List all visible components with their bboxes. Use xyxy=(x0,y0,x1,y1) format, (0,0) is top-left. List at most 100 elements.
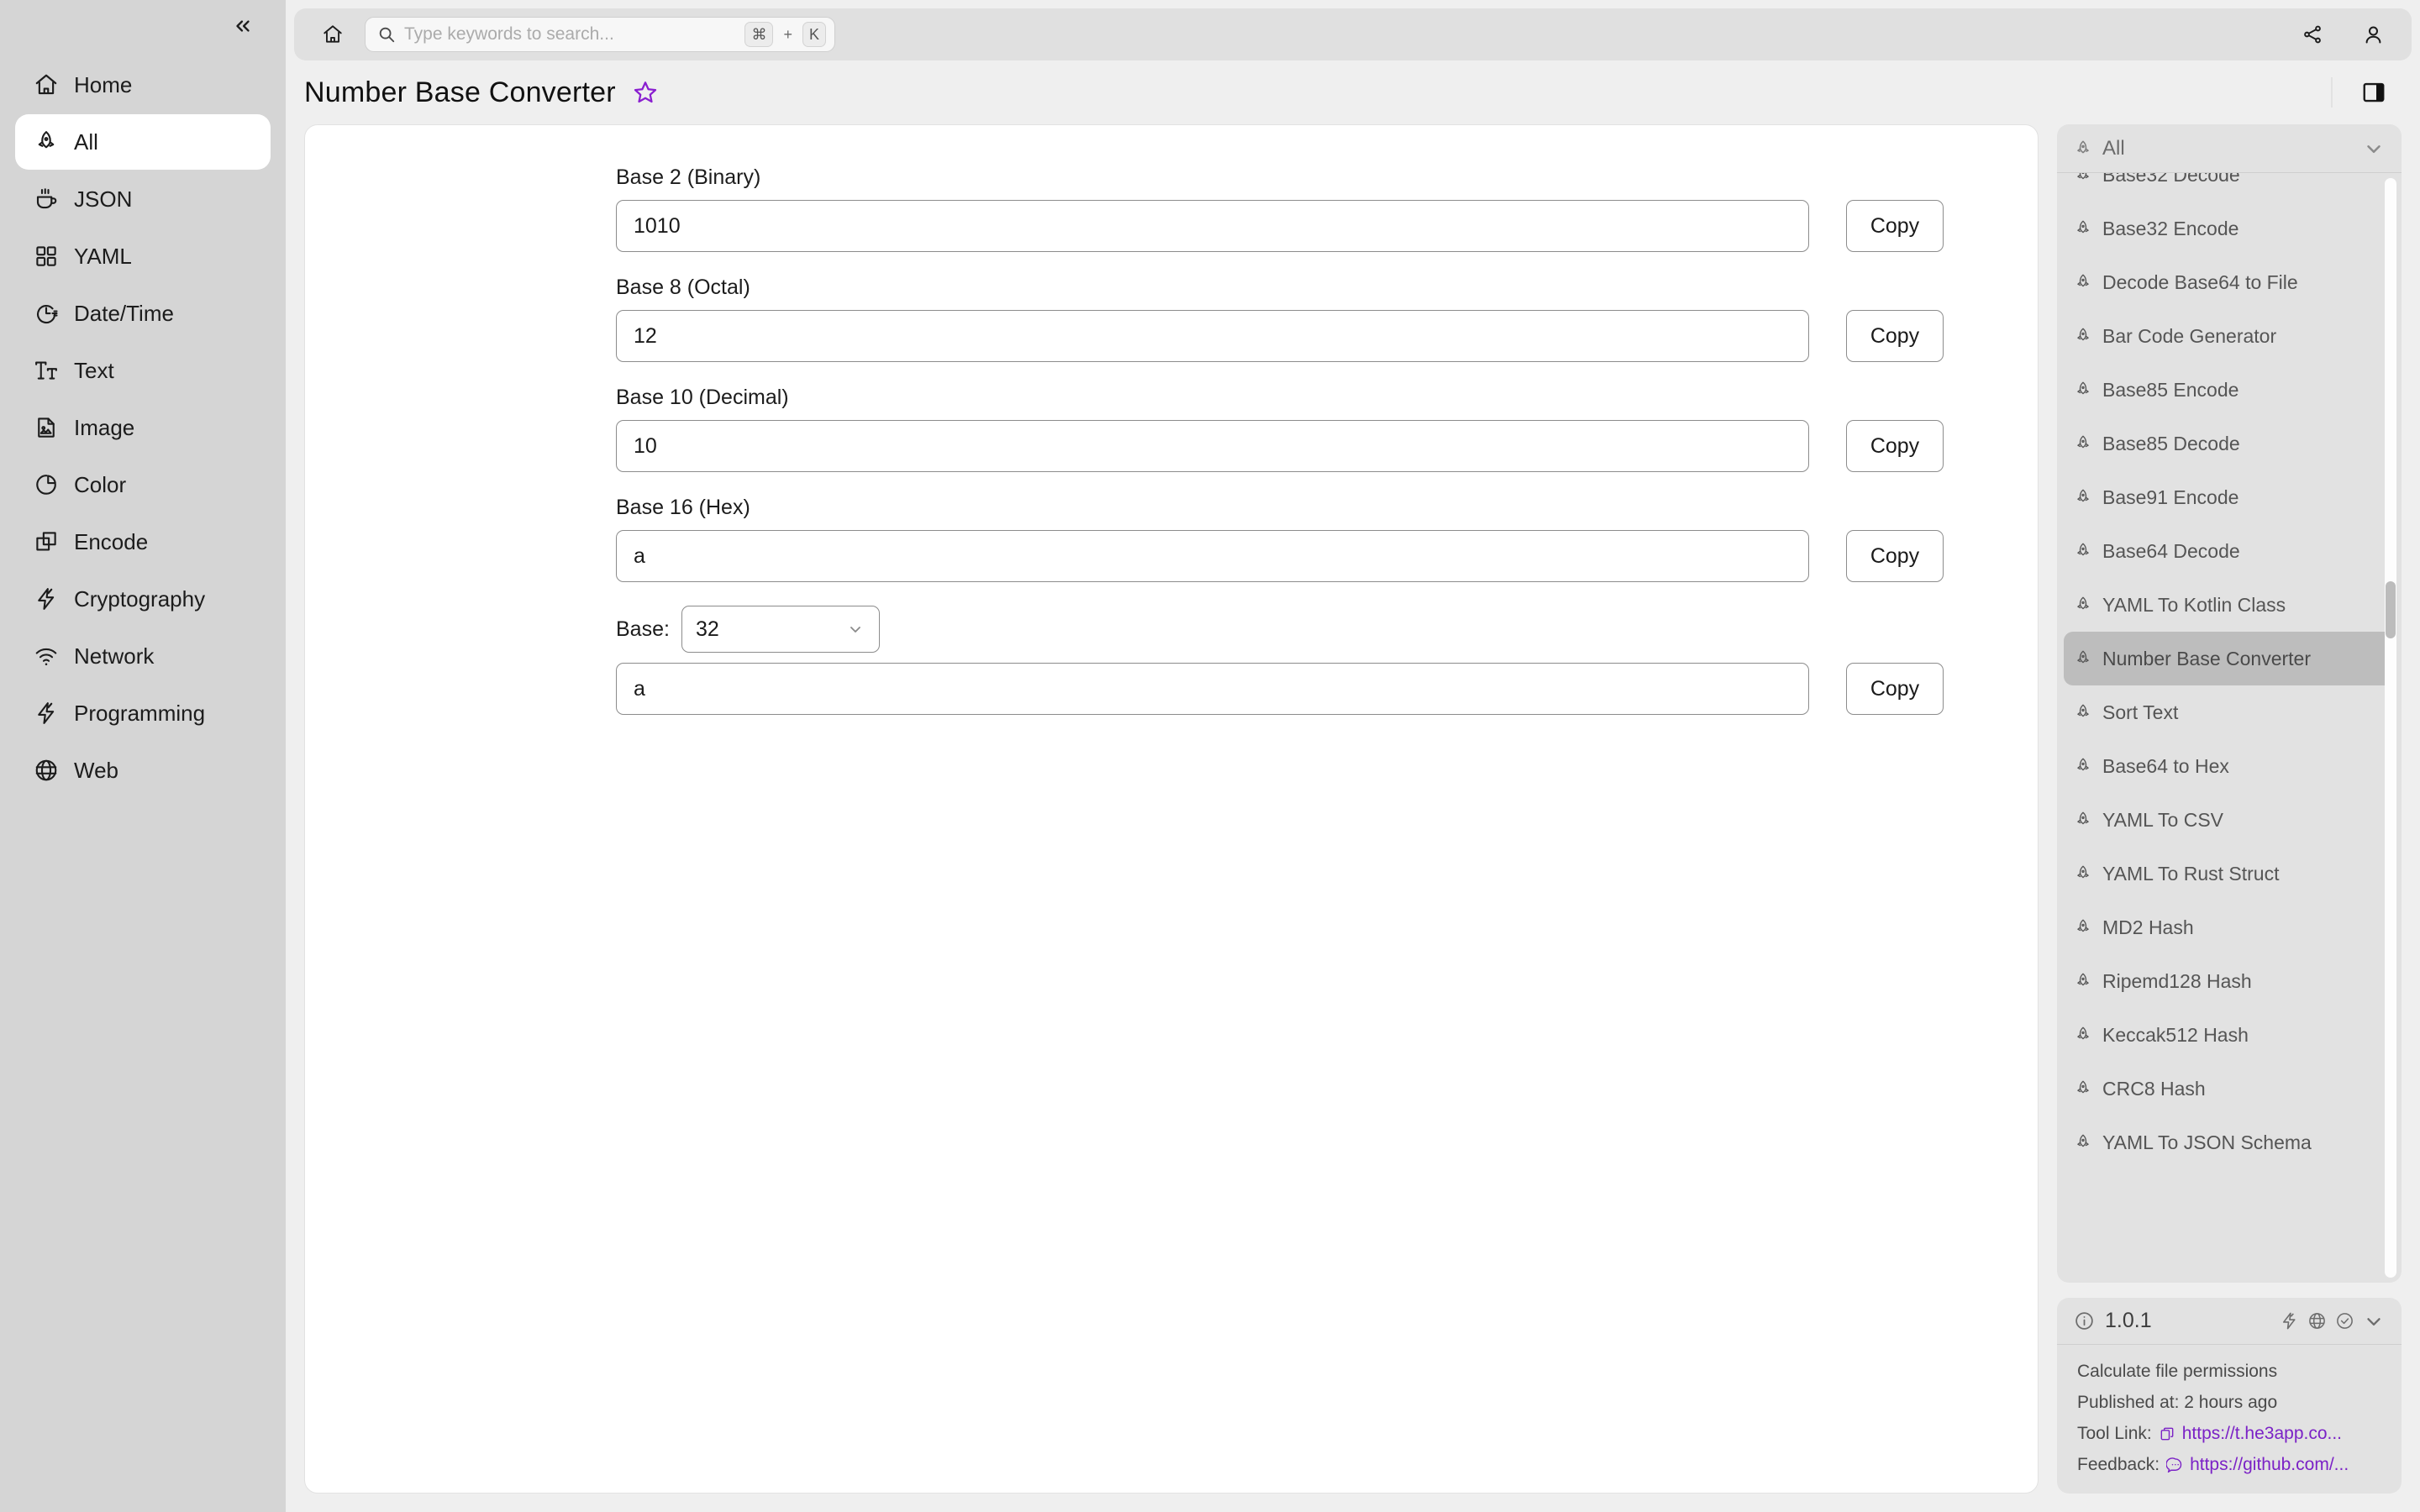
sidebar-item-label: Encode xyxy=(74,528,149,554)
tool-item-label: YAML To Rust Struct xyxy=(2102,862,2280,885)
title-row: Number Base Converter xyxy=(286,60,2420,124)
right-column: All Base32 Decode Base32 Encode Decode Bas… xyxy=(2050,124,2420,1512)
tool-list-item[interactable]: Base32 Decode xyxy=(2064,173,2395,202)
sidebar-item-text[interactable]: Text xyxy=(15,343,271,398)
tool-list-item[interactable]: YAML To Kotlin Class xyxy=(2064,578,2395,632)
tool-item-label: Bar Code Generator xyxy=(2102,324,2277,347)
tool-list-item[interactable]: Ripemd128 Hash xyxy=(2064,954,2395,1008)
sidebar-item-label: YAML xyxy=(74,243,132,269)
rocket-icon xyxy=(2077,1134,2089,1147)
chevrons-left-icon xyxy=(236,20,250,32)
tool-list-item[interactable]: Decode Base64 to File xyxy=(2064,255,2395,309)
field-input[interactable] xyxy=(616,420,1809,472)
tool-list-item[interactable]: YAML To CSV xyxy=(2064,793,2395,847)
rocket-icon xyxy=(2077,328,2089,341)
check-circle-icon[interactable] xyxy=(2335,1311,2354,1331)
copy-button[interactable]: Copy xyxy=(1846,200,1944,252)
field-label: Base 10 (Decimal) xyxy=(616,386,789,409)
kbd-cmd: ⌘ xyxy=(744,22,774,47)
sidebar-item-image[interactable]: Image xyxy=(15,400,271,455)
panel-toggle-button[interactable] xyxy=(2358,76,2390,108)
sidebar-item-all[interactable]: All xyxy=(15,114,271,170)
tool-link[interactable]: https://t.he3app.co... xyxy=(2159,1424,2342,1444)
rocket-icon xyxy=(2074,327,2092,345)
converter-field: Base 8 (Octal) Copy xyxy=(616,276,1944,362)
sidebar-item-programming[interactable]: Programming xyxy=(15,685,271,741)
home-button[interactable] xyxy=(316,18,350,51)
tool-list-item[interactable]: Keccak512 Hash xyxy=(2064,1008,2395,1062)
coffee-cup-icon xyxy=(34,186,59,212)
star-outline-icon xyxy=(634,81,656,103)
globe-icon[interactable] xyxy=(2307,1311,2327,1331)
search-box[interactable]: ⌘ + K xyxy=(365,17,835,52)
sidebar-item-yaml[interactable]: YAML xyxy=(15,228,271,284)
tool-item-label: Sort Text xyxy=(2102,701,2179,723)
sidebar-item-network[interactable]: Network xyxy=(15,628,271,684)
tool-list-item[interactable]: Base85 Decode xyxy=(2064,417,2395,470)
sidebar-item-cryptography[interactable]: Cryptography xyxy=(15,571,271,627)
collapse-sidebar-button[interactable] xyxy=(225,8,260,44)
copy-button[interactable]: Copy xyxy=(1846,310,1944,362)
rocket-icon xyxy=(2074,596,2092,614)
share-button[interactable] xyxy=(2296,18,2329,51)
clock-icon xyxy=(34,301,59,326)
tool-list-item[interactable]: YAML To Rust Struct xyxy=(2064,847,2395,900)
tool-list-item[interactable]: Base64 to Hex xyxy=(2064,739,2395,793)
sidebar-item-home[interactable]: Home xyxy=(15,57,271,113)
tools-scrollbar[interactable] xyxy=(2385,178,2396,1278)
sidebar-item-date-time[interactable]: Date/Time xyxy=(15,286,271,341)
chevron-down-icon[interactable] xyxy=(2363,1310,2385,1332)
field-label: Base 2 (Binary) xyxy=(616,165,761,189)
custom-base-input[interactable] xyxy=(616,663,1809,715)
wifi-icon xyxy=(35,648,57,665)
rocket-icon xyxy=(2077,1080,2089,1094)
tools-category-selector[interactable]: All xyxy=(2057,124,2402,173)
sidebar-item-web[interactable]: Web xyxy=(15,743,271,798)
tool-list-item[interactable]: Base91 Encode xyxy=(2064,470,2395,524)
tool-list-item[interactable]: Number Base Converter xyxy=(2064,632,2395,685)
tool-card: Base 2 (Binary)CopyBase 8 (Octal)CopyBas… xyxy=(304,124,2039,1494)
tool-list-item[interactable]: Base85 Encode xyxy=(2064,363,2395,417)
sidebar-item-color[interactable]: Color xyxy=(15,457,271,512)
field-input[interactable] xyxy=(616,310,1809,362)
tool-link-row: Tool Link: https://t.he3app.co... xyxy=(2077,1424,2381,1444)
rocket-icon xyxy=(2074,219,2092,238)
favorite-button[interactable] xyxy=(629,76,661,108)
tool-list-item[interactable]: CRC8 Hash xyxy=(2064,1062,2395,1116)
tool-list-item[interactable]: MD2 Hash xyxy=(2064,900,2395,954)
sidebar-item-label: JSON xyxy=(74,186,133,212)
field-input[interactable] xyxy=(616,530,1809,582)
globe-icon xyxy=(35,759,57,781)
lightning-icon xyxy=(38,702,55,724)
field-row: Copy xyxy=(616,663,1944,715)
sidebar-item-label: Network xyxy=(74,643,155,669)
sidebar-item-label: Programming xyxy=(74,700,206,726)
sidebar-item-encode[interactable]: Encode xyxy=(15,514,271,570)
pie-chart-icon xyxy=(36,475,56,495)
sidebar-item-label: Color xyxy=(74,471,127,497)
pie-chart-icon xyxy=(34,472,59,497)
tool-list-item[interactable]: Bar Code Generator xyxy=(2064,309,2395,363)
base-select[interactable]: 32 xyxy=(681,606,880,653)
tool-item-label: Base85 Encode xyxy=(2102,378,2239,401)
copy-button[interactable]: Copy xyxy=(1846,530,1944,582)
converter-field: Base 16 (Hex) Copy xyxy=(616,496,1944,582)
tool-item-label: Ripemd128 Hash xyxy=(2102,969,2252,992)
lightning-icon[interactable] xyxy=(2280,1311,2299,1331)
copy-button[interactable]: Copy xyxy=(1846,663,1944,715)
search-input[interactable] xyxy=(404,24,737,45)
tool-list-item[interactable]: YAML To JSON Schema xyxy=(2064,1116,2395,1169)
rocket-icon xyxy=(38,131,55,149)
account-button[interactable] xyxy=(2356,18,2390,51)
sidebar-item-json[interactable]: JSON xyxy=(15,171,271,227)
tool-item-label: Base64 Decode xyxy=(2102,539,2240,562)
field-input[interactable] xyxy=(616,200,1809,252)
rocket-icon xyxy=(2077,381,2089,395)
tool-list-item[interactable]: Base64 Decode xyxy=(2064,524,2395,578)
feedback-link[interactable]: https://github.com/... xyxy=(2166,1455,2349,1475)
copy-button[interactable]: Copy xyxy=(1846,420,1944,472)
tool-list-item[interactable]: Sort Text xyxy=(2064,685,2395,739)
tool-list-item[interactable]: Base32 Encode xyxy=(2064,202,2395,255)
tool-link-url: https://t.he3app.co... xyxy=(2181,1424,2343,1443)
tools-scrollbar-thumb[interactable] xyxy=(2386,581,2396,638)
